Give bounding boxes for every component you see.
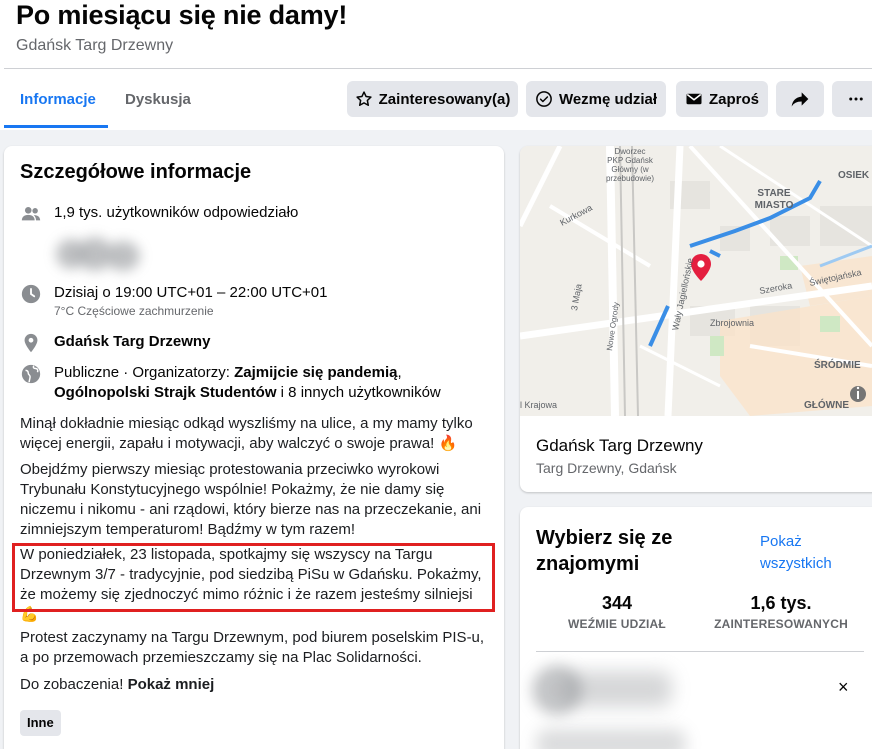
globe-icon	[21, 364, 41, 384]
going-count-label: WEŹMIE UDZIAŁ	[568, 617, 666, 631]
going-count[interactable]: 344	[540, 593, 694, 614]
highlight-annotation-box	[12, 543, 495, 612]
friends-avatars-blurred	[50, 235, 150, 275]
weather-info: 7°C Częściowe zachmurzenie	[54, 304, 214, 318]
map-label-dworzec: Dworzec	[614, 147, 645, 156]
place-link[interactable]: Gdańsk Targ Drzewny	[54, 332, 210, 352]
friends-divider	[536, 651, 864, 652]
invite-label: Zaproś	[708, 90, 759, 108]
map-label-glowne: GŁÓWNE	[804, 398, 849, 411]
map-label-krajowa: l Krajowa	[520, 400, 557, 410]
map-place-address: Targ Drzewny, Gdańsk	[536, 460, 677, 476]
organizer-link-1[interactable]: Zajmijcie się pandemią	[234, 364, 397, 381]
event-header: Po miesiącu się nie damy! Gdańsk Targ Dr…	[0, 0, 872, 130]
organizers-prefix: Publiczne · Organizatorzy:	[54, 364, 235, 381]
description-paragraph-1: Minął dokładnie miesiąc odkąd wyszliśmy …	[20, 415, 473, 452]
header-divider	[4, 68, 872, 69]
organizers-row: Publiczne · Organizatorzy: Zajmijcie się…	[20, 363, 490, 403]
friends-card: Wybierz się ze znajomymi Pokaż wszystkic…	[520, 507, 872, 749]
friend-avatar-blurred-2	[536, 729, 686, 749]
friends-heading: Wybierz się ze znajomymi	[536, 527, 673, 575]
location-map[interactable]: Dworzec PKP Gdańsk Główny (w przebudowie…	[520, 146, 872, 417]
organizers-text: Publiczne · Organizatorzy: Zajmijcie się…	[54, 363, 490, 403]
going-button[interactable]: Wezmę udział	[526, 81, 666, 117]
time-row: Dzisiaj o 19:00 UTC+01 – 22:00 UTC+01 7°…	[20, 283, 327, 319]
description-paragraph-2: Obejdźmy pierwszy miesiąc protestowania …	[20, 461, 482, 538]
check-circle-icon	[536, 91, 552, 107]
invite-button[interactable]: Zaproś	[676, 81, 768, 117]
share-button[interactable]	[776, 81, 824, 117]
map-label-dworzec: Główny (w	[611, 165, 649, 174]
friend-avatar-blurred	[532, 665, 692, 715]
interested-label: Zainteresowany(a)	[378, 90, 511, 108]
description-paragraph-5: Do zobaczenia! Pokaż mniej	[20, 675, 486, 695]
event-title: Po miesiącu się nie damy!	[16, 0, 348, 30]
map-label-osiek: OSIEK	[838, 170, 870, 181]
going-label: Wezmę udział	[558, 90, 658, 108]
map-label-zbrojownia: Zbrojownia	[710, 318, 754, 328]
map-label-stare-miasto: MIASTO	[755, 200, 794, 211]
see-all-link[interactable]: Pokaż wszystkich	[760, 531, 850, 575]
map-place-name[interactable]: Gdańsk Targ Drzewny	[536, 436, 703, 456]
show-less-link[interactable]: Pokaż mniej	[128, 676, 215, 693]
map-label-srodmiescie: ŚRÓDMIE	[814, 358, 861, 371]
event-location-subtitle[interactable]: Gdańsk Targ Drzewny	[16, 37, 173, 55]
active-tab-indicator	[4, 125, 108, 128]
interested-count[interactable]: 1,6 tys.	[704, 593, 858, 614]
tab-informacje[interactable]: Informacje	[20, 91, 96, 108]
place-row: Gdańsk Targ Drzewny	[20, 332, 210, 354]
map-label-stare-miasto: STARE	[757, 188, 790, 199]
star-icon	[355, 91, 372, 106]
event-time: Dzisiaj o 19:00 UTC+01 – 22:00 UTC+01	[54, 284, 328, 301]
category-tag[interactable]: Inne	[20, 710, 61, 736]
people-icon	[21, 207, 41, 221]
location-pin-icon	[24, 333, 38, 353]
organizers-separator: ,	[397, 364, 402, 381]
more-dots-icon	[849, 97, 863, 101]
details-heading: Szczegółowe informacje	[20, 161, 252, 183]
more-options-button[interactable]	[832, 81, 872, 117]
map-label-dworzec: PKP Gdańsk	[607, 156, 654, 165]
organizer-link-2[interactable]: Ogólnopolski Strajk Studentów	[54, 384, 277, 401]
close-icon[interactable]: ×	[838, 677, 849, 698]
map-card: Dworzec PKP Gdańsk Główny (w przebudowie…	[520, 146, 872, 492]
map-label-dworzec: przebudowie)	[606, 174, 654, 183]
share-arrow-icon	[791, 92, 809, 107]
organizers-suffix[interactable]: i 8 innych użytkowników	[277, 384, 441, 401]
responded-row: 1,9 tys. użytkowników odpowiedziało	[20, 203, 298, 225]
map-graphic: Dworzec PKP Gdańsk Główny (w przebudowie…	[520, 146, 872, 417]
tab-dyskusja[interactable]: Dyskusja	[125, 91, 191, 108]
responded-text[interactable]: 1,9 tys. użytkowników odpowiedziało	[54, 203, 298, 223]
clock-icon	[21, 284, 41, 304]
description-paragraph-4: Protest zaczynamy na Targu Drzewnym, pod…	[20, 629, 485, 666]
interested-count-label: ZAINTERESOWANYCH	[714, 617, 848, 631]
interested-button[interactable]: Zainteresowany(a)	[347, 81, 518, 117]
envelope-icon	[686, 93, 702, 105]
farewell-text: Do zobaczenia!	[20, 676, 128, 693]
